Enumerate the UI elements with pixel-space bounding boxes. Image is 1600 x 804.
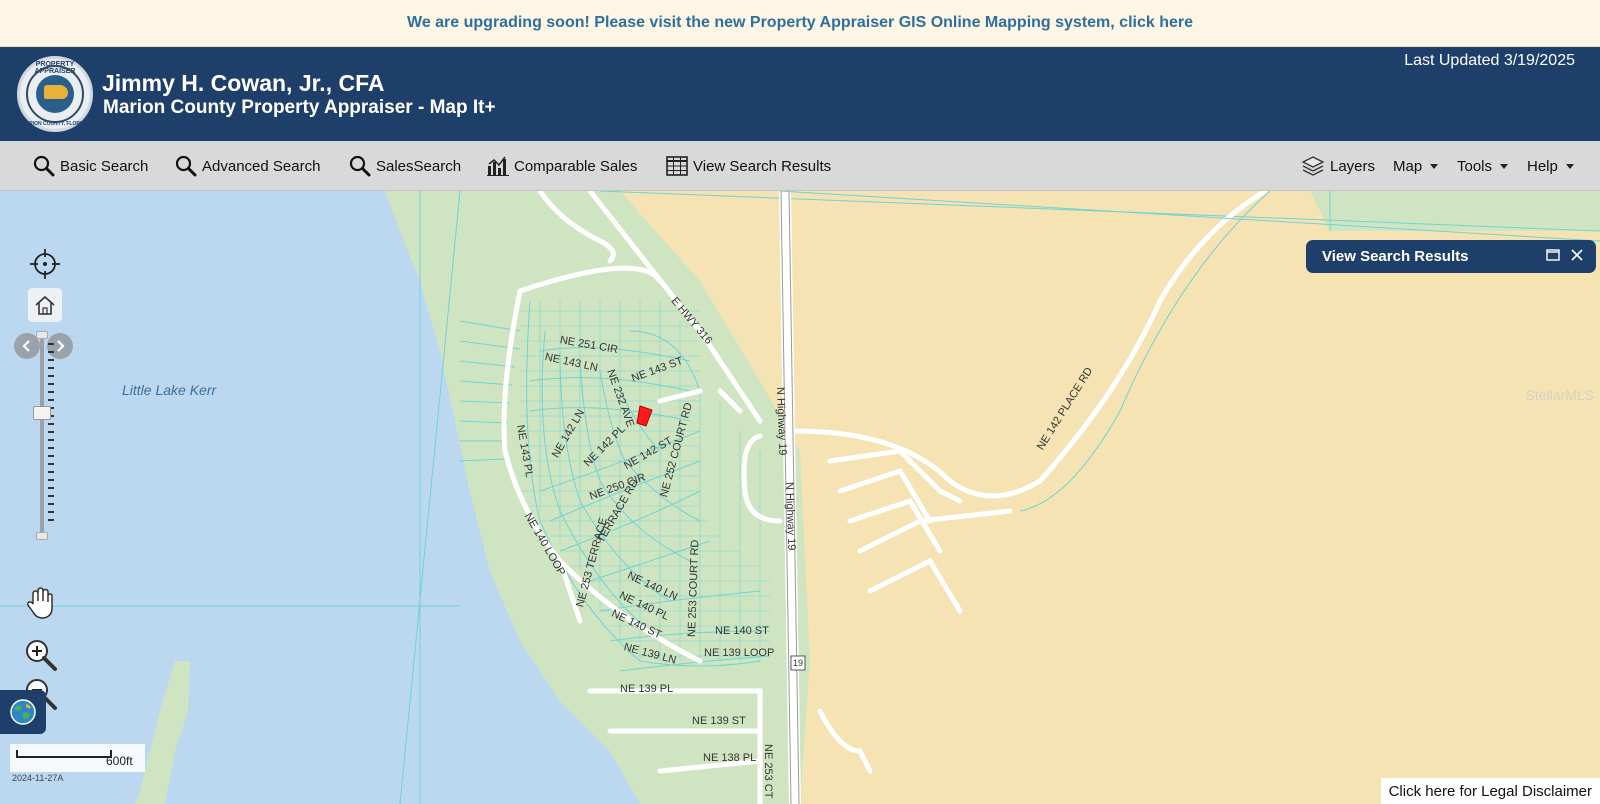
advanced-search-button[interactable]: Advanced Search [175,141,320,191]
table-grid-icon [666,156,688,176]
search-results-panel: View Search Results [1306,240,1596,273]
map-menu-label: Map [1393,157,1423,175]
advanced-search-label: Advanced Search [202,157,321,175]
road-label: NE 139 PL [620,683,674,695]
hand-icon [27,587,53,619]
app-subtitle: Marion County Property Appraiser - Map I… [103,97,496,118]
imagery-date: 2024-11-27A [12,773,64,783]
last-updated: Last Updated 3/19/2025 [1404,52,1575,69]
upgrade-banner-link[interactable]: We are upgrading soon! Please visit the … [407,14,1193,32]
zoom-slider-bottom-cap[interactable] [36,532,48,540]
home-icon [35,295,55,315]
help-menu-label: Help [1527,157,1558,175]
basemap-gallery-button[interactable] [0,690,46,734]
search-icon [349,155,371,177]
caret-down-icon [1565,163,1574,169]
close-icon [1571,249,1583,261]
tools-menu-label: Tools [1457,157,1493,175]
layers-label: Layers [1330,157,1376,175]
lake-label: Little Lake Kerr [122,382,217,398]
appraiser-name: Jimmy H. Cowan, Jr., CFA [102,70,385,96]
mls-watermark: StellarMLS [1525,387,1594,403]
caret-down-icon [1430,163,1439,169]
help-menu[interactable]: Help [1527,141,1574,191]
maximize-panel-button[interactable] [1546,248,1560,266]
layers-button[interactable]: Layers [1301,141,1375,191]
sales-search-label: SalesSearch [376,157,462,175]
pan-tool-button[interactable] [25,586,57,625]
globe-icon [10,699,36,725]
close-panel-button[interactable] [1570,248,1584,266]
road-label: NE 253 CT [762,744,774,799]
road-label: NE 138 PL [703,752,757,764]
road-label: NE 139 LOOP [704,647,775,659]
app-header: PROPERTY APPRAISER MARION COUNTY, FLORID… [0,47,1600,141]
road-label: N Highway 19 [783,481,798,551]
map-basemap [0,191,1600,804]
upgrade-banner: We are upgrading soon! Please visit the … [0,0,1600,47]
zoom-in-tool-button[interactable] [24,638,58,677]
road-label: N Highway 19 [774,386,789,456]
scale-label: 600ft [106,754,133,768]
scale-bar: 600ft [10,744,145,772]
crosshair-icon [30,249,60,279]
zoom-slider-track[interactable] [40,337,44,539]
layers-icon [1301,156,1325,176]
comparable-sales-button[interactable]: Comparable Sales [487,141,637,191]
view-search-results-button[interactable]: View Search Results [666,141,831,191]
road-label: NE 139 ST [692,715,746,727]
property-appraiser-seal-logo: PROPERTY APPRAISER MARION COUNTY, FLORID… [17,56,93,132]
tools-menu[interactable]: Tools [1457,141,1509,191]
chevron-right-icon [57,340,65,352]
bar-chart-icon [487,156,509,176]
maximize-icon [1546,249,1560,261]
search-results-panel-title: View Search Results [1322,248,1469,265]
zoom-slider-thumb[interactable] [33,406,51,420]
highway-shield-label: 19 [793,658,804,668]
zoom-slider-ticks [48,343,54,523]
zoom-in-icon [26,640,57,671]
view-search-results-label: View Search Results [693,157,832,175]
zoom-slider-top-cap[interactable] [36,331,48,339]
home-extent-button[interactable] [28,288,62,322]
basic-search-label: Basic Search [60,157,149,175]
legal-disclaimer-link[interactable]: Click here for Legal Disclaimer [1380,778,1600,804]
basic-search-button[interactable]: Basic Search [33,141,148,191]
search-icon [175,155,197,177]
chevron-left-icon [22,340,30,352]
map-canvas[interactable]: Little Lake Kerr StellarMLS E HWY 316 NE… [0,191,1600,804]
map-menu[interactable]: Map [1393,141,1439,191]
main-toolbar: Basic Search Advanced Search SalesSearch… [0,141,1600,191]
comparable-sales-label: Comparable Sales [514,157,638,175]
caret-down-icon [1500,163,1509,169]
road-label: NE 140 ST [715,625,769,637]
search-icon [33,155,55,177]
sales-search-button[interactable]: SalesSearch [349,141,461,191]
locate-button[interactable] [30,249,60,284]
